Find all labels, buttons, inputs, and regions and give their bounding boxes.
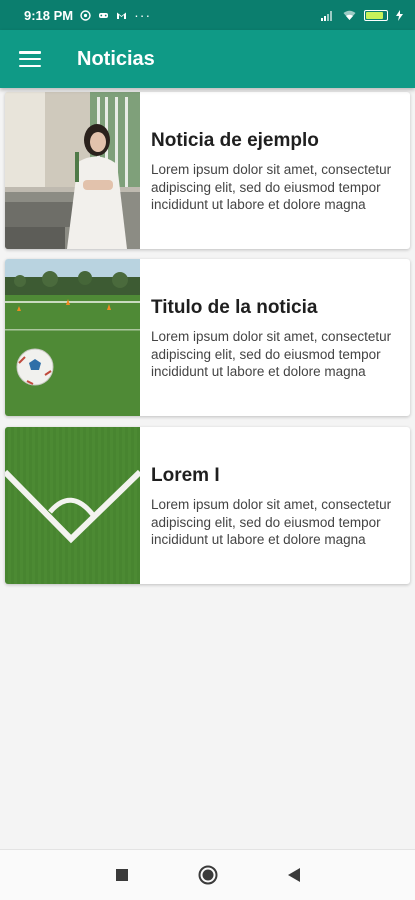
- battery-fill: [366, 11, 383, 19]
- news-card[interactable]: Titulo de la noticia Lorem ipsum dolor s…: [5, 259, 410, 416]
- gmail-icon: [117, 12, 127, 19]
- status-bar: 9:18 PM ···: [0, 0, 415, 30]
- news-card-body: Lorem I Lorem ipsum dolor sit amet, cons…: [140, 427, 410, 584]
- system-nav-bar: [0, 849, 415, 900]
- menu-line: [19, 57, 41, 61]
- game-controller-icon: [99, 12, 109, 18]
- news-image-woman: [5, 92, 140, 249]
- news-card-body: Noticia de ejemplo Lorem ipsum dolor sit…: [140, 92, 410, 249]
- status-right: [321, 9, 403, 21]
- menu-line: [19, 64, 41, 67]
- status-more-dots: ···: [134, 7, 152, 23]
- news-image-soccer-ball: [5, 259, 140, 416]
- news-image-corner-lines: [5, 427, 140, 584]
- menu-line: [19, 51, 41, 54]
- status-time: 9:18 PM: [24, 7, 74, 23]
- news-description: Lorem ipsum dolor sit amet, consectetur …: [151, 497, 392, 547]
- page-title: Noticias: [77, 47, 155, 70]
- app-bar: Noticias: [0, 30, 415, 88]
- news-title: Noticia de ejemplo: [151, 130, 319, 151]
- signal-icon: [321, 10, 332, 21]
- status-left: 9:18 PM ···: [24, 7, 151, 23]
- recents-square-icon[interactable]: [112, 865, 132, 885]
- news-card[interactable]: Noticia de ejemplo Lorem ipsum dolor sit…: [5, 92, 410, 249]
- charging-icon: [396, 9, 403, 21]
- news-title: Lorem I: [151, 465, 220, 486]
- home-circle-icon[interactable]: [198, 865, 218, 885]
- hamburger-menu-icon[interactable]: [19, 51, 41, 67]
- back-triangle-icon[interactable]: [284, 865, 304, 885]
- wifi-icon: [343, 10, 356, 20]
- battery-icon: [364, 9, 388, 21]
- news-description: Lorem ipsum dolor sit amet, consectetur …: [151, 162, 392, 212]
- notification-icon: [80, 9, 91, 21]
- news-description: Lorem ipsum dolor sit amet, consectetur …: [151, 329, 392, 379]
- news-card[interactable]: Lorem I Lorem ipsum dolor sit amet, cons…: [5, 427, 410, 584]
- news-title: Titulo de la noticia: [151, 297, 318, 318]
- news-card-body: Titulo de la noticia Lorem ipsum dolor s…: [140, 259, 410, 416]
